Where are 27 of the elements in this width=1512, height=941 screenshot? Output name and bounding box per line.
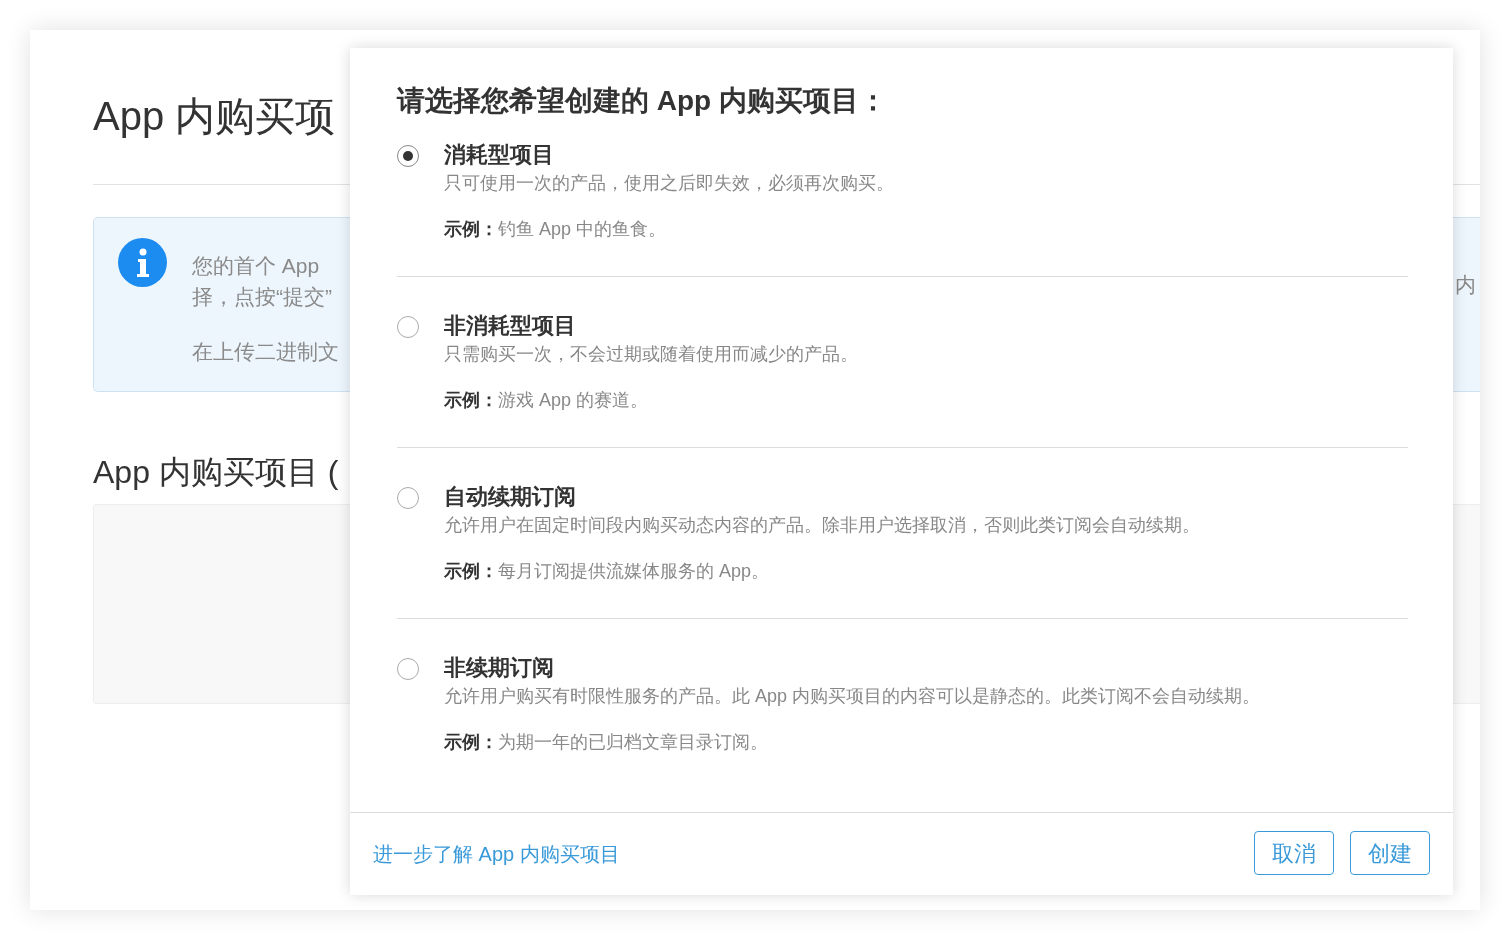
option-title: 消耗型项目	[444, 141, 555, 169]
option-title: 自动续期订阅	[444, 483, 577, 511]
dialog-title: 请选择您希望创建的 App 内购买项目：	[397, 84, 888, 118]
info-icon	[118, 238, 167, 287]
radio-button[interactable]	[397, 145, 419, 167]
info-text: 在上传二进制文	[192, 339, 339, 365]
option-description: 只可使用一次的产品，使用之后即失效，必须再次购买。	[444, 172, 894, 195]
option-title: 非续期订阅	[444, 654, 555, 682]
option-description: 允许用户在固定时间段内购买动态内容的产品。除非用户选择取消，否则此类订阅会自动续期。	[444, 514, 1200, 537]
section-title: App 内购买项目 (	[93, 453, 339, 492]
option-title: 非消耗型项目	[444, 312, 577, 340]
option-example: 示例：每月订阅提供流媒体服务的 App。	[444, 560, 771, 583]
radio-button[interactable]	[397, 658, 419, 680]
dialog-button[interactable]: 取消	[1254, 831, 1334, 875]
info-text: 内	[1455, 272, 1476, 298]
page-title: App 内购买项	[93, 93, 336, 140]
option-example: 示例：为期一年的已归档文章目录订阅。	[444, 731, 769, 754]
option-description: 允许用户购买有时限性服务的产品。此 App 内购买项目的内容可以是静态的。此类订阅不会自动续期。	[444, 685, 1261, 708]
option-example: 示例：钓鱼 App 中的鱼食。	[444, 218, 668, 241]
dialog-button[interactable]: 创建	[1350, 831, 1430, 875]
option-example: 示例：游戏 App 的赛道。	[444, 389, 650, 412]
info-text: 择，点按“提交”	[192, 284, 333, 310]
option-description: 只需购买一次，不会过期或随着使用而减少的产品。	[444, 343, 858, 366]
radio-button[interactable]	[397, 316, 419, 338]
radio-button[interactable]	[397, 487, 419, 509]
info-text: 您的首个 App	[192, 253, 321, 279]
learn-more-link[interactable]: 进一步了解 App 内购买项目	[373, 839, 620, 869]
